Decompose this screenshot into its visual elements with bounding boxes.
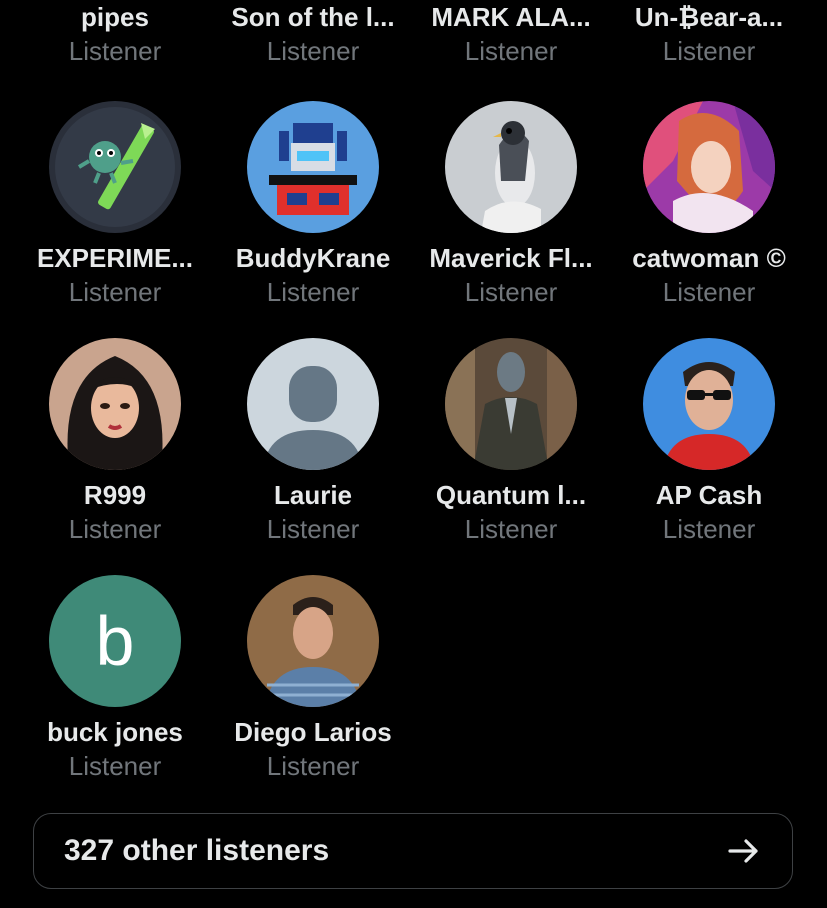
listener-name: Quantum l...: [435, 480, 587, 510]
listener-role: Listener: [266, 751, 360, 781]
listener-name: catwoman ©: [632, 243, 786, 273]
listener-role: Listener: [266, 36, 360, 66]
listener-role: Listener: [662, 277, 756, 307]
listener-un-bear[interactable]: Un-₿ear-a... Listener: [610, 0, 808, 68]
avatar: [49, 101, 181, 233]
man-sunglasses-avatar-icon: [643, 338, 775, 470]
listener-role: Listener: [464, 36, 558, 66]
listener-name: Son of the l...: [231, 2, 395, 32]
listener-role: Listener: [266, 514, 360, 544]
listener-experime[interactable]: EXPERIME... Listener: [16, 101, 214, 309]
listener-diego-larios[interactable]: Diego Larios Listener: [214, 575, 412, 783]
listener-role: Listener: [68, 277, 162, 307]
other-listeners-button[interactable]: 327 other listeners: [33, 813, 793, 889]
avatar: [643, 338, 775, 470]
listener-role: Listener: [464, 514, 558, 544]
avatar: [247, 575, 379, 707]
listener-maverick[interactable]: Maverick Fl... Listener: [412, 101, 610, 309]
illustrated-woman-avatar-icon: [49, 338, 181, 470]
listener-role: Listener: [662, 36, 756, 66]
listener-name: R999: [83, 480, 147, 510]
suited-lizard-avatar-icon: [445, 338, 577, 470]
listener-name: buck jones: [47, 717, 183, 747]
listener-r999[interactable]: R999 Listener: [16, 338, 214, 546]
listener-mark-ala[interactable]: MARK ALA... Listener: [412, 0, 610, 68]
listener-name: EXPERIME...: [36, 243, 194, 273]
listener-name: Maverick Fl...: [429, 243, 593, 273]
man-portrait-avatar-icon: [247, 575, 379, 707]
listener-name: MARK ALA...: [431, 2, 591, 32]
artistic-portrait-avatar-icon: [643, 101, 775, 233]
avatar: [247, 101, 379, 233]
falcon-avatar-icon: [445, 101, 577, 233]
listener-role: Listener: [68, 751, 162, 781]
arrow-right-icon: [726, 833, 762, 869]
avatar: [49, 338, 181, 470]
listener-buck-jones[interactable]: b buck jones Listener: [16, 575, 214, 783]
listener-catwoman[interactable]: catwoman © Listener: [610, 101, 808, 309]
listener-quantum[interactable]: Quantum l... Listener: [412, 338, 610, 546]
listener-name: AP Cash: [655, 480, 763, 510]
listener-name: Laurie: [273, 480, 353, 510]
listener-name: Un-₿ear-a...: [634, 2, 784, 32]
listener-role: Listener: [464, 277, 558, 307]
listener-name: BuddyKrane: [235, 243, 391, 273]
listener-name: pipes: [81, 2, 149, 32]
letter-avatar: b: [49, 575, 181, 707]
avatar: [445, 101, 577, 233]
listener-son-of-the[interactable]: Son of the l... Listener: [214, 0, 412, 68]
listener-pipes[interactable]: pipes Listener: [16, 0, 214, 68]
listener-ap-cash[interactable]: AP Cash Listener: [610, 338, 808, 546]
robot-avatar-icon: [247, 101, 379, 233]
listener-role: Listener: [266, 277, 360, 307]
avatar-letter: b: [95, 602, 135, 680]
listener-buddykrane[interactable]: BuddyKrane Listener: [214, 101, 412, 309]
listener-laurie[interactable]: Laurie Listener: [214, 338, 412, 546]
listener-role: Listener: [68, 514, 162, 544]
other-listeners-label: 327 other listeners: [64, 834, 330, 867]
listener-name: Diego Larios: [234, 717, 392, 747]
default-user-avatar-icon: [247, 338, 379, 470]
avatar: [643, 101, 775, 233]
monster-rocket-avatar-icon: [49, 101, 181, 233]
listener-role: Listener: [68, 36, 162, 66]
avatar: [445, 338, 577, 470]
listener-role: Listener: [662, 514, 756, 544]
avatar: [247, 338, 379, 470]
